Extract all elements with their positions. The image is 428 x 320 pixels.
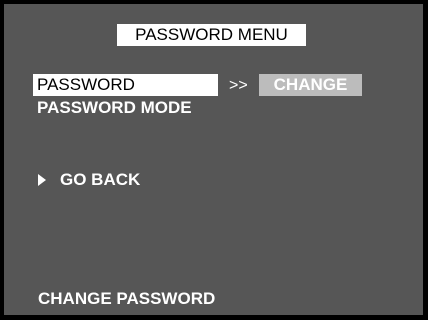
osd-menu-screen: PASSWORD MENU PASSWORD >> CHANGE PASSWOR… — [4, 4, 423, 315]
menu-item-password[interactable]: PASSWORD — [33, 74, 218, 96]
menu-item-password-mode[interactable]: PASSWORD MODE — [37, 97, 192, 119]
value-separator: >> — [229, 77, 248, 94]
triangle-right-icon — [38, 174, 46, 186]
go-back-label: GO BACK — [60, 170, 141, 189]
go-back-item[interactable]: GO BACK — [38, 168, 140, 192]
menu-title: PASSWORD MENU — [117, 24, 306, 46]
password-value-change[interactable]: CHANGE — [259, 74, 362, 96]
status-help-text: CHANGE PASSWORD — [38, 289, 216, 308]
